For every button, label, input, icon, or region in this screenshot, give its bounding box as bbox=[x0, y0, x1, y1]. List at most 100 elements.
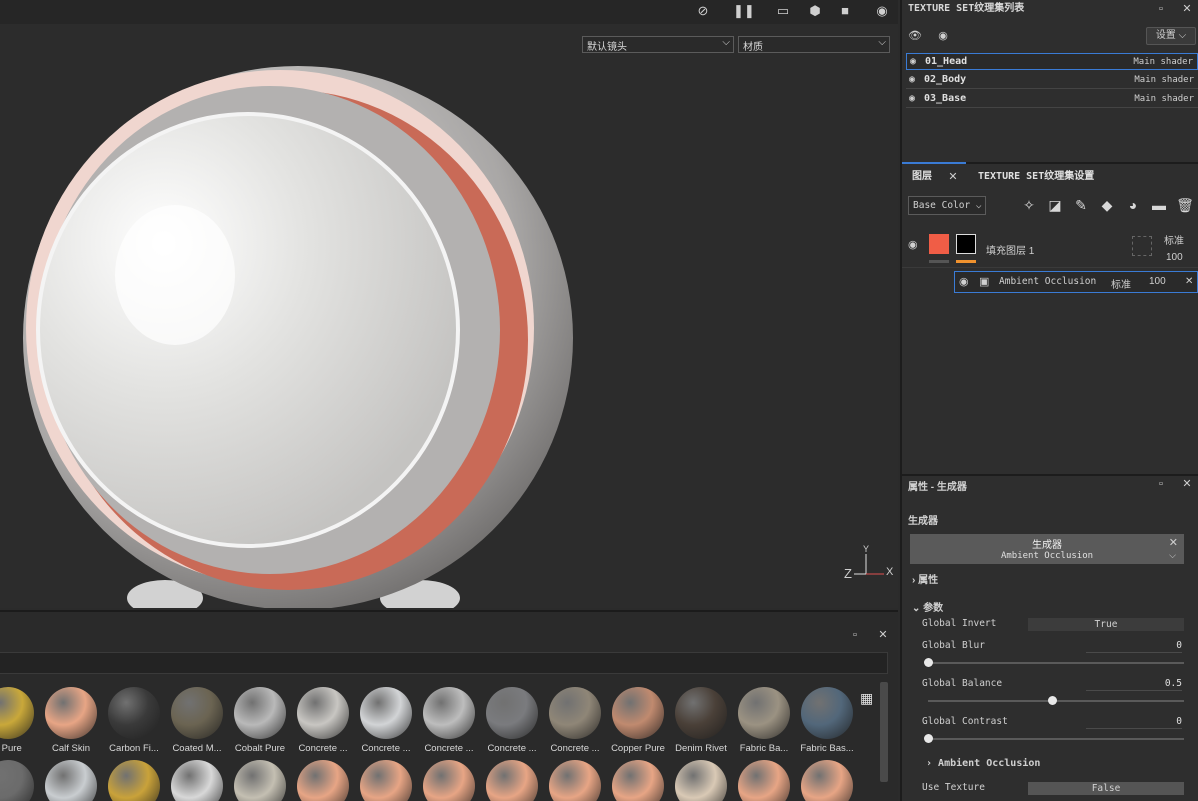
generator-picker[interactable]: 生成器 Ambient Occlusion ✕ ⌵ bbox=[910, 534, 1184, 564]
eye-icon[interactable]: ◉ bbox=[910, 54, 916, 70]
material-tile[interactable] bbox=[734, 760, 794, 801]
eye-icon[interactable]: ◉ bbox=[936, 29, 950, 43]
material-tile[interactable]: Concrete ... bbox=[545, 687, 605, 754]
magic-wand-icon[interactable]: ✧ bbox=[1020, 196, 1038, 214]
global-blur-slider[interactable] bbox=[924, 658, 1184, 667]
material-preview-ball bbox=[549, 687, 601, 739]
tab-texture-set-settings[interactable]: TEXTURE SET纹理集设置 bbox=[978, 164, 1094, 190]
layer-opacity[interactable]: 100 bbox=[1166, 252, 1183, 263]
material-tile[interactable]: Fabric Bas... bbox=[797, 687, 857, 754]
material-tile[interactable]: s Pure bbox=[0, 687, 38, 754]
material-tile[interactable]: Concrete ... bbox=[419, 687, 479, 754]
layer-blend-mode[interactable]: 标准 bbox=[1164, 232, 1184, 247]
texture-set-row[interactable]: ◉ 02_Body Main shader bbox=[906, 72, 1198, 89]
mask-icon[interactable]: ◪ bbox=[1046, 196, 1064, 214]
3d-viewport[interactable]: ⊘ ❚❚ ▭ ⬢ ■ ◉ 默认镜头 ⌵ 材质 ⌵ Y Z X bbox=[0, 0, 898, 608]
channel-select[interactable]: Base Color ⌵ bbox=[908, 196, 986, 215]
close-icon[interactable]: ✕ bbox=[876, 628, 890, 642]
global-contrast-value[interactable]: 0 bbox=[1086, 716, 1182, 729]
global-blur-value[interactable]: 0 bbox=[1086, 640, 1182, 653]
material-preview-ball bbox=[486, 760, 538, 801]
layer-name[interactable]: 填充图层 1 bbox=[986, 242, 1034, 257]
global-balance-slider[interactable] bbox=[928, 696, 1184, 705]
material-tile[interactable] bbox=[356, 760, 416, 801]
material-tile[interactable] bbox=[0, 760, 38, 801]
material-tile[interactable] bbox=[104, 760, 164, 801]
close-tab-icon[interactable]: ✕ bbox=[946, 170, 960, 184]
grid-view-icon[interactable]: ▦ bbox=[860, 690, 873, 707]
material-tile[interactable] bbox=[608, 760, 668, 801]
material-tile[interactable] bbox=[482, 760, 542, 801]
use-texture-toggle[interactable]: False bbox=[1028, 782, 1184, 795]
global-contrast-slider[interactable] bbox=[924, 734, 1184, 743]
material-label: Fabric Bas... bbox=[800, 743, 854, 754]
eye-icon[interactable]: ◉ bbox=[909, 91, 915, 107]
global-balance-value[interactable]: 0.5 bbox=[1086, 678, 1182, 691]
fill-layer-row[interactable]: ◉ 填充图层 1 标准 100 bbox=[902, 228, 1198, 268]
mask-thumbnail bbox=[956, 234, 976, 254]
texture-set-row[interactable]: ◉ 01_Head Main shader bbox=[906, 53, 1198, 70]
close-icon[interactable]: ✕ bbox=[1169, 536, 1178, 549]
close-icon[interactable]: ✕ bbox=[1180, 2, 1194, 16]
float-panel-icon[interactable]: ▫ bbox=[848, 628, 862, 642]
material-tile[interactable]: Concrete ... bbox=[356, 687, 416, 754]
shelf-scrollbar[interactable] bbox=[880, 682, 888, 782]
material-label: Fabric Ba... bbox=[739, 743, 789, 754]
chevron-down-icon[interactable]: ⌵ bbox=[1169, 550, 1176, 561]
material-tile[interactable]: Concrete ... bbox=[482, 687, 542, 754]
slider-handle[interactable] bbox=[924, 734, 933, 743]
material-tile[interactable]: Calf Skin bbox=[41, 687, 101, 754]
material-preview-ball bbox=[675, 687, 727, 739]
params-group[interactable]: ⌄ 参数 bbox=[912, 599, 943, 614]
material-tile[interactable] bbox=[419, 760, 479, 801]
material-tile[interactable] bbox=[41, 760, 101, 801]
material-preview-ball bbox=[108, 687, 160, 739]
texture-set-row[interactable]: ◉ 03_Base Main shader bbox=[906, 91, 1198, 108]
eye-icon[interactable]: ◉ bbox=[959, 275, 969, 288]
ao-group[interactable]: › Ambient Occlusion bbox=[926, 758, 1040, 769]
fill-bucket-icon[interactable]: ◆ bbox=[1098, 196, 1116, 214]
shelf-search-input[interactable] bbox=[0, 652, 888, 674]
material-preview-ball bbox=[675, 760, 727, 801]
material-label: Cobalt Pure bbox=[234, 743, 286, 754]
material-tile[interactable] bbox=[797, 760, 857, 801]
eye-icon[interactable]: ◉ bbox=[908, 238, 918, 251]
close-icon[interactable]: ✕ bbox=[1185, 276, 1193, 287]
effect-blend-mode[interactable]: 标准 bbox=[1111, 276, 1131, 291]
settings-button[interactable]: 设置 ⌵ bbox=[1146, 27, 1196, 45]
material-tile[interactable]: Carbon Fi... bbox=[104, 687, 164, 754]
texture-set-shader[interactable]: Main shader bbox=[1134, 91, 1194, 107]
material-tile[interactable] bbox=[167, 760, 227, 801]
material-tile[interactable]: Cobalt Pure bbox=[230, 687, 290, 754]
material-tile[interactable] bbox=[293, 760, 353, 801]
float-panel-icon[interactable]: ▫ bbox=[1154, 477, 1168, 491]
delete-icon[interactable]: 🗑 bbox=[1176, 196, 1194, 214]
slider-handle[interactable] bbox=[1047, 696, 1057, 705]
material-tile[interactable] bbox=[671, 760, 731, 801]
material-preview-ball bbox=[0, 760, 34, 801]
folder-icon[interactable]: ▬ bbox=[1150, 196, 1168, 214]
effect-opacity[interactable]: 100 bbox=[1149, 276, 1166, 287]
texture-set-shader[interactable]: Main shader bbox=[1134, 72, 1194, 88]
brush-icon[interactable]: ✎ bbox=[1072, 196, 1090, 214]
material-tile[interactable]: Coated M... bbox=[167, 687, 227, 754]
global-contrast-label: Global Contrast bbox=[922, 716, 1008, 727]
float-panel-icon[interactable]: ▫ bbox=[1154, 2, 1168, 16]
global-invert-toggle[interactable]: True bbox=[1028, 618, 1184, 631]
material-tile[interactable]: Concrete ... bbox=[293, 687, 353, 754]
slider-handle[interactable] bbox=[924, 658, 933, 667]
eye-settings-icon[interactable]: 👁 bbox=[908, 29, 922, 43]
material-tile[interactable]: Fabric Ba... bbox=[734, 687, 794, 754]
effect-row[interactable]: ◉ ▣ Ambient Occlusion 标准 100 ✕ bbox=[954, 271, 1198, 293]
tab-layers[interactable]: 图层 bbox=[912, 164, 932, 190]
material-tile[interactable] bbox=[545, 760, 605, 801]
material-tile[interactable] bbox=[230, 760, 290, 801]
texture-set-shader[interactable]: Main shader bbox=[1133, 54, 1193, 70]
material-preview-ball bbox=[801, 760, 853, 801]
close-icon[interactable]: ✕ bbox=[1180, 477, 1194, 491]
material-tile[interactable]: Copper Pure bbox=[608, 687, 668, 754]
eye-icon[interactable]: ◉ bbox=[909, 72, 915, 88]
smart-material-icon[interactable]: ◕ bbox=[1124, 196, 1142, 214]
attributes-group[interactable]: › 属性 bbox=[912, 571, 938, 586]
material-tile[interactable]: Denim Rivet bbox=[671, 687, 731, 754]
